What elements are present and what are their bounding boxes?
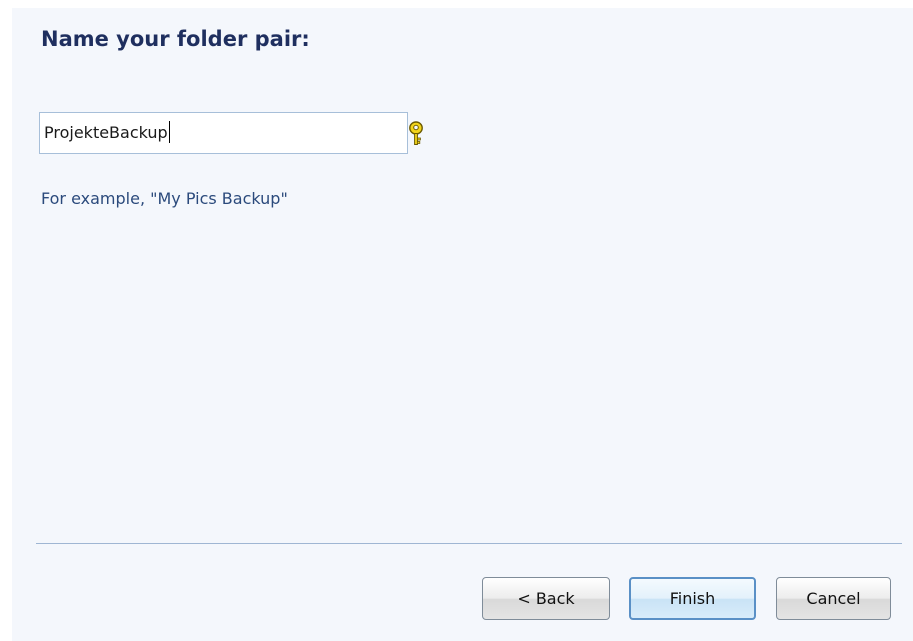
cancel-button[interactable]: Cancel <box>776 577 891 620</box>
wizard-dialog: Name your folder pair: ProjekteBackup Fo… <box>12 8 913 641</box>
example-hint: For example, "My Pics Backup" <box>41 189 288 208</box>
page-title: Name your folder pair: <box>41 27 310 51</box>
finish-button[interactable]: Finish <box>629 577 756 620</box>
footer-divider <box>36 543 902 544</box>
text-caret <box>168 120 170 143</box>
folder-pair-name-input[interactable]: ProjekteBackup <box>39 112 408 154</box>
help-key-icon[interactable] <box>408 121 424 147</box>
folder-pair-name-value: ProjekteBackup <box>44 123 168 142</box>
back-button[interactable]: < Back <box>482 577 610 620</box>
